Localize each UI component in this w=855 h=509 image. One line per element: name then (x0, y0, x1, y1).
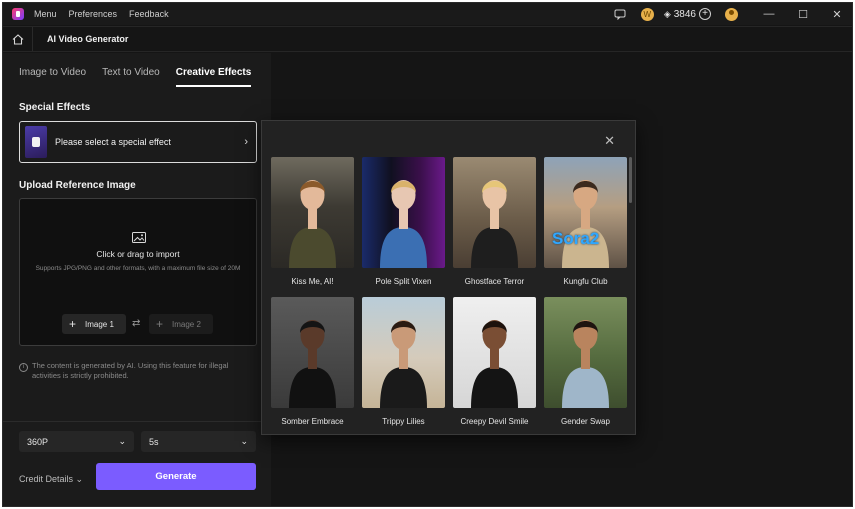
effect-label: Pole Split Vixen (375, 277, 432, 286)
effect-thumbnail (362, 297, 445, 408)
app-window: Menu Preferences Feedback W ◈ 3846 + — ☐… (2, 2, 853, 507)
avatar[interactable] (725, 7, 738, 21)
special-effect-selector[interactable]: Please select a special effect › (19, 121, 257, 163)
popup-scrollbar[interactable] (629, 157, 632, 203)
image-2-slot[interactable]: + Image 2 (149, 314, 213, 334)
menu-button[interactable]: Menu (34, 9, 57, 19)
disclaimer: i The content is generated by AI. Using … (19, 361, 257, 381)
upload-title: Click or drag to import (96, 249, 180, 259)
maximize-button[interactable]: ☐ (786, 3, 820, 25)
credits-count: 3846 (673, 8, 696, 20)
effect-thumbnail (453, 157, 536, 268)
app-logo (12, 8, 24, 20)
effect-thumbnail (271, 157, 354, 268)
chevron-down-icon: ⌄ (118, 436, 126, 446)
effect-card[interactable]: Creepy Devil Smile (453, 297, 536, 426)
resolution-value: 360P (27, 436, 49, 447)
image-1-slot[interactable]: + Image 1 (62, 314, 126, 334)
effect-card[interactable]: Pole Split Vixen (362, 157, 445, 286)
swap-icon[interactable]: ⇄ (132, 318, 140, 329)
effect-label: Ghostface Terror (464, 277, 525, 286)
add-credits-icon[interactable]: + (699, 8, 711, 20)
effect-thumbnail (271, 297, 354, 408)
info-icon: i (19, 363, 28, 372)
effect-card[interactable]: Somber Embrace (271, 297, 354, 426)
home-button[interactable] (3, 27, 33, 51)
effect-card[interactable]: Gender Swap (544, 297, 627, 426)
title-bar: Menu Preferences Feedback W ◈ 3846 + — ☐… (3, 3, 852, 25)
disclaimer-text: The content is generated by AI. Using th… (32, 361, 229, 380)
upload-dropzone[interactable]: Click or drag to import Supports JPG/PNG… (19, 198, 257, 346)
chat-icon[interactable] (613, 7, 627, 21)
divider (3, 421, 271, 422)
upload-heading: Upload Reference Image (19, 180, 136, 191)
effect-thumbnail (453, 297, 536, 408)
resolution-dropdown[interactable]: 360P ⌄ (19, 431, 134, 452)
gem-icon: ◈ (663, 8, 671, 19)
effect-label: Creepy Devil Smile (460, 417, 529, 426)
minimize-button[interactable]: — (752, 3, 786, 25)
effect-card[interactable]: Kiss Me, AI! (271, 157, 354, 286)
effect-thumbnail (544, 297, 627, 408)
effect-label: Trippy Lilies (382, 417, 425, 426)
chevron-down-icon: ⌄ (240, 436, 248, 446)
credits-balance[interactable]: ◈ 3846 + (664, 8, 711, 20)
image-1-label: Image 1 (85, 319, 114, 329)
feedback-button[interactable]: Feedback (129, 9, 169, 19)
effect-thumbnail: Sora2 (544, 157, 627, 268)
page-title: AI Video Generator (47, 34, 129, 44)
image-2-label: Image 2 (172, 319, 201, 329)
image-icon (132, 232, 146, 243)
credit-details-button[interactable]: Credit Details ⌄ (19, 474, 83, 485)
effect-thumbnail (362, 157, 445, 268)
duration-value: 5s (149, 436, 159, 447)
tab-image-to-video[interactable]: Image to Video (19, 67, 86, 87)
effect-watermark: Sora2 (552, 229, 600, 248)
mode-tabs: Image to Video Text to Video Creative Ef… (19, 67, 267, 87)
effect-label: Gender Swap (561, 417, 610, 426)
close-icon[interactable]: ✕ (604, 133, 615, 149)
credit-details-label: Credit Details (19, 474, 74, 484)
tab-creative-effects[interactable]: Creative Effects (175, 67, 252, 87)
effect-label: Somber Embrace (281, 417, 344, 426)
settings-panel: Image to Video Text to Video Creative Ef… (3, 53, 271, 506)
effect-placeholder-icon (25, 126, 47, 158)
home-icon (12, 33, 23, 45)
generate-button[interactable]: Generate (96, 463, 256, 490)
close-window-button[interactable]: ✕ (820, 3, 852, 25)
coin-icon[interactable]: W (640, 7, 654, 21)
duration-dropdown[interactable]: 5s ⌄ (141, 431, 256, 452)
effect-card[interactable]: Trippy Lilies (362, 297, 445, 426)
page-header: AI Video Generator (3, 26, 852, 52)
effect-card[interactable]: Ghostface Terror (453, 157, 536, 286)
plus-icon: + (156, 317, 164, 331)
effects-popup: ✕ Kiss Me, AI! Pole Split Vixen Ghostface … (261, 120, 636, 435)
effect-card[interactable]: Sora2 Kungfu Club (544, 157, 627, 286)
upload-hint: Supports JPG/PNG and other formats, with… (35, 265, 241, 272)
plus-icon: + (69, 317, 77, 331)
effect-label: Kungfu Club (563, 277, 608, 286)
chevron-right-icon: › (244, 136, 248, 148)
preferences-button[interactable]: Preferences (69, 9, 118, 19)
tab-text-to-video[interactable]: Text to Video (102, 67, 160, 87)
chevron-down-icon: ⌄ (75, 474, 84, 484)
effect-selector-label: Please select a special effect (55, 137, 171, 147)
special-effects-heading: Special Effects (19, 102, 91, 113)
effect-label: Kiss Me, AI! (291, 277, 334, 286)
